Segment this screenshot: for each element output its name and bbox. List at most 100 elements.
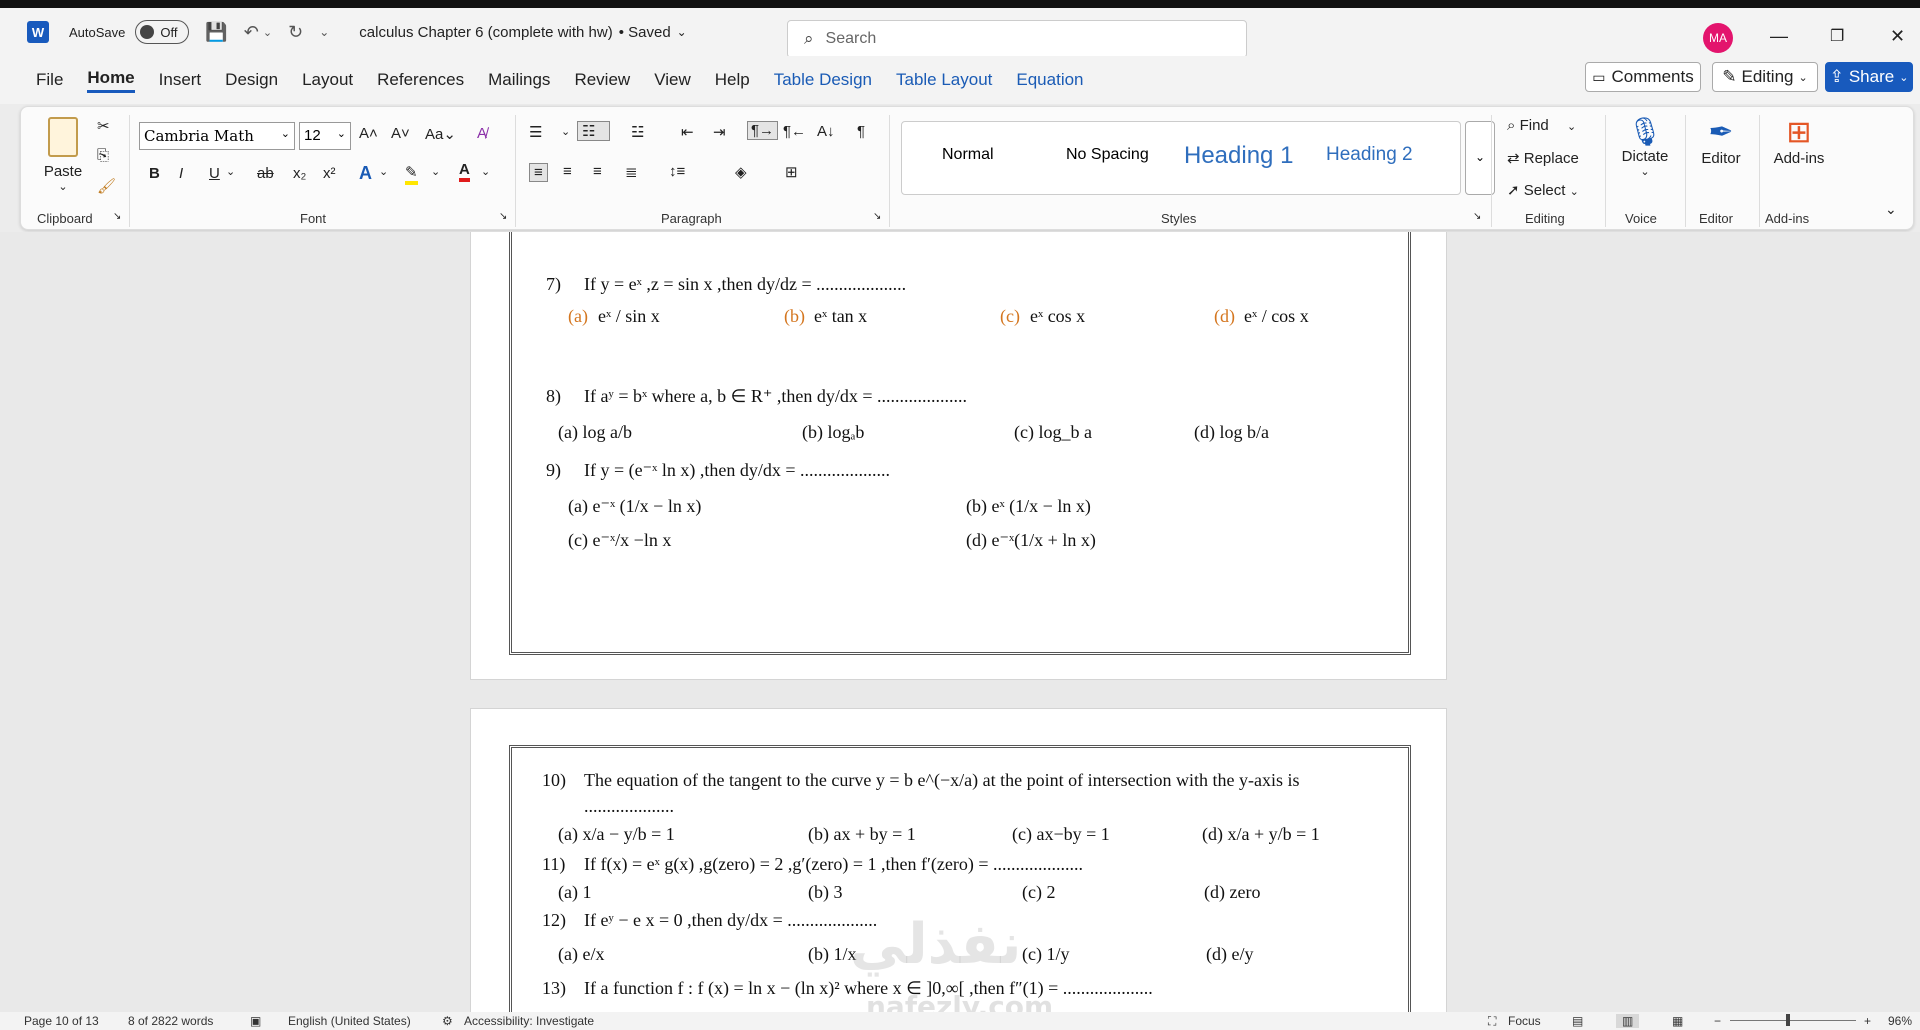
chevron-down-icon[interactable]: ⌄ — [561, 125, 570, 138]
tab-layout[interactable]: Layout — [302, 70, 353, 90]
question-text[interactable]: If y = eˣ ,z = sin x ,then dy/dz = .....… — [584, 274, 906, 295]
style-normal[interactable]: Normal — [942, 146, 994, 164]
zoom-slider-thumb[interactable] — [1786, 1014, 1790, 1026]
option[interactable]: (a) x/a − y/b = 1 — [558, 824, 675, 845]
language-indicator[interactable]: English (United States) — [288, 1014, 411, 1028]
style-heading-2[interactable]: Heading 2 — [1326, 144, 1413, 166]
underline-icon[interactable]: U — [209, 165, 220, 182]
save-status[interactable]: • Saved — [619, 24, 671, 41]
document-title[interactable]: calculus Chapter 6 (complete with hw) — [359, 24, 612, 41]
print-layout-icon[interactable]: ▥ — [1616, 1014, 1640, 1028]
avatar[interactable]: MA — [1703, 23, 1733, 53]
option[interactable]: (c) log_b a — [1014, 422, 1092, 443]
option[interactable]: (a) log a/b — [558, 422, 632, 443]
numbering-icon[interactable]: ☷ — [577, 121, 611, 141]
option[interactable]: (b) eˣ (1/x − ln x) — [966, 496, 1091, 517]
font-color-icon[interactable]: A — [459, 161, 470, 182]
sort-icon[interactable]: A↓ — [817, 123, 835, 140]
close-icon[interactable]: ✕ — [1890, 26, 1905, 47]
question-text[interactable]: If eʸ − e x = 0 ,then dy/dx = ..........… — [584, 910, 877, 931]
strikethrough-icon[interactable]: ab — [257, 165, 274, 182]
superscript-icon[interactable]: x² — [323, 165, 336, 182]
collapse-ribbon-icon[interactable]: ⌄ — [1885, 201, 1897, 218]
font-family-select[interactable]: Cambria Math ⌄ — [139, 122, 295, 150]
cut-icon[interactable]: ✂ — [97, 117, 110, 135]
shading-icon[interactable]: ◈ — [735, 163, 747, 181]
option[interactable]: (a) e⁻ˣ (1/x − ln x) — [568, 496, 701, 517]
tab-design[interactable]: Design — [225, 70, 278, 90]
option[interactable]: (c) ax−by = 1 — [1012, 824, 1110, 845]
tab-insert[interactable]: Insert — [159, 70, 202, 90]
grow-font-icon[interactable]: A˄ — [359, 125, 378, 142]
web-layout-icon[interactable]: ▦ — [1672, 1014, 1683, 1028]
option[interactable]: (a) 1 — [558, 882, 591, 903]
option[interactable]: (b) ax + by = 1 — [808, 824, 916, 845]
increase-indent-icon[interactable]: ⇥ — [713, 123, 726, 141]
undo-icon[interactable]: ↶ — [244, 22, 259, 43]
option-value[interactable]: eˣ cos x — [1030, 306, 1085, 327]
shrink-font-icon[interactable]: A˅ — [391, 125, 410, 142]
save-icon[interactable]: 💾 — [205, 22, 227, 43]
dialog-launcher-icon[interactable]: ↘ — [113, 211, 121, 222]
borders-icon[interactable]: ⊞ — [785, 163, 798, 181]
clear-formatting-icon[interactable]: A̸ — [477, 125, 487, 142]
bullets-icon[interactable]: ☰ — [529, 123, 542, 141]
multilevel-list-icon[interactable]: ☳ — [631, 123, 644, 141]
bold-icon[interactable]: B — [149, 165, 160, 182]
option[interactable]: (d) e/y — [1206, 944, 1253, 965]
question-text[interactable]: If f(x) = eˣ g(x) ,g(zero) = 2 ,g′(zero)… — [584, 854, 1083, 875]
italic-icon[interactable]: I — [179, 165, 183, 182]
align-right-icon[interactable]: ≡ — [593, 163, 602, 180]
question-text[interactable]: If y = (e⁻ˣ ln x) ,then dy/dx = ........… — [584, 460, 890, 481]
option[interactable]: (d) zero — [1204, 882, 1260, 903]
format-painter-icon[interactable]: 🖌 — [97, 177, 116, 195]
read-mode-icon[interactable]: ▤ — [1572, 1014, 1583, 1028]
font-size-select[interactable]: 12 ⌄ — [299, 122, 351, 150]
chevron-down-icon[interactable]: ⌄ — [379, 165, 388, 178]
comments-button[interactable]: ▭ Comments — [1585, 62, 1701, 92]
tab-review[interactable]: Review — [574, 70, 630, 90]
option[interactable]: (c) e⁻ˣ/x −ln x — [568, 530, 671, 551]
highlight-icon[interactable]: ✎ — [405, 163, 418, 185]
option-value[interactable]: eˣ tan x — [814, 306, 867, 327]
option[interactable]: (d) log b/a — [1194, 422, 1269, 443]
tab-table-design[interactable]: Table Design — [774, 70, 872, 90]
focus-mode-button[interactable]: Focus — [1508, 1014, 1541, 1028]
tab-table-layout[interactable]: Table Layout — [896, 70, 992, 90]
editing-mode-button[interactable]: ✎ Editing ⌄ — [1712, 62, 1818, 92]
search-input[interactable]: ⌕ Search — [787, 20, 1247, 58]
dialog-launcher-icon[interactable]: ↘ — [1473, 211, 1481, 222]
tab-view[interactable]: View — [654, 70, 691, 90]
share-button[interactable]: ⇪ Share ⌄ — [1825, 62, 1913, 92]
chevron-down-icon[interactable]: ⌄ — [677, 25, 687, 39]
autosave-toggle[interactable]: Off — [135, 20, 190, 44]
dialog-launcher-icon[interactable]: ↘ — [499, 211, 507, 222]
change-case-icon[interactable]: Aa⌄ — [425, 125, 456, 143]
chevron-down-icon[interactable]: ⌄ — [481, 165, 490, 178]
option[interactable]: (d) x/a + y/b = 1 — [1202, 824, 1320, 845]
proofing-icon[interactable]: ▣ — [250, 1014, 261, 1028]
page-count[interactable]: Page 10 of 13 — [24, 1014, 99, 1028]
word-count[interactable]: 8 of 2822 words — [128, 1014, 213, 1028]
style-no-spacing[interactable]: No Spacing — [1066, 146, 1149, 164]
decrease-indent-icon[interactable]: ⇤ — [681, 123, 694, 141]
customize-toolbar-icon[interactable]: ⌄ — [319, 25, 329, 39]
dialog-launcher-icon[interactable]: ↘ — [873, 211, 881, 222]
dictate-button[interactable]: 🎙 Dictate ⌄ — [1615, 115, 1675, 178]
replace-button[interactable]: ⇄ Replace — [1507, 149, 1579, 167]
option-value[interactable]: eˣ / cos x — [1244, 306, 1309, 327]
option[interactable]: (c) 1/y — [1022, 944, 1069, 965]
find-button[interactable]: ⌕ Find ⌄ — [1507, 117, 1576, 134]
option[interactable]: (b) logₐb — [802, 422, 864, 443]
tab-file[interactable]: File — [36, 70, 63, 90]
line-spacing-icon[interactable]: ↕≡ — [669, 163, 685, 180]
align-left-icon[interactable]: ≡ — [529, 163, 548, 182]
chevron-down-icon[interactable]: ⌄ — [226, 165, 235, 178]
chevron-down-icon[interactable]: ⌄ — [431, 165, 440, 178]
tab-mailings[interactable]: Mailings — [488, 70, 550, 90]
justify-icon[interactable]: ≣ — [625, 163, 638, 181]
copy-icon[interactable]: ⎘ — [97, 147, 109, 164]
restore-icon[interactable]: ❐ — [1830, 26, 1844, 46]
editor-button[interactable]: ✒ Editor — [1691, 115, 1751, 167]
style-heading-1[interactable]: Heading 1 — [1184, 142, 1293, 170]
